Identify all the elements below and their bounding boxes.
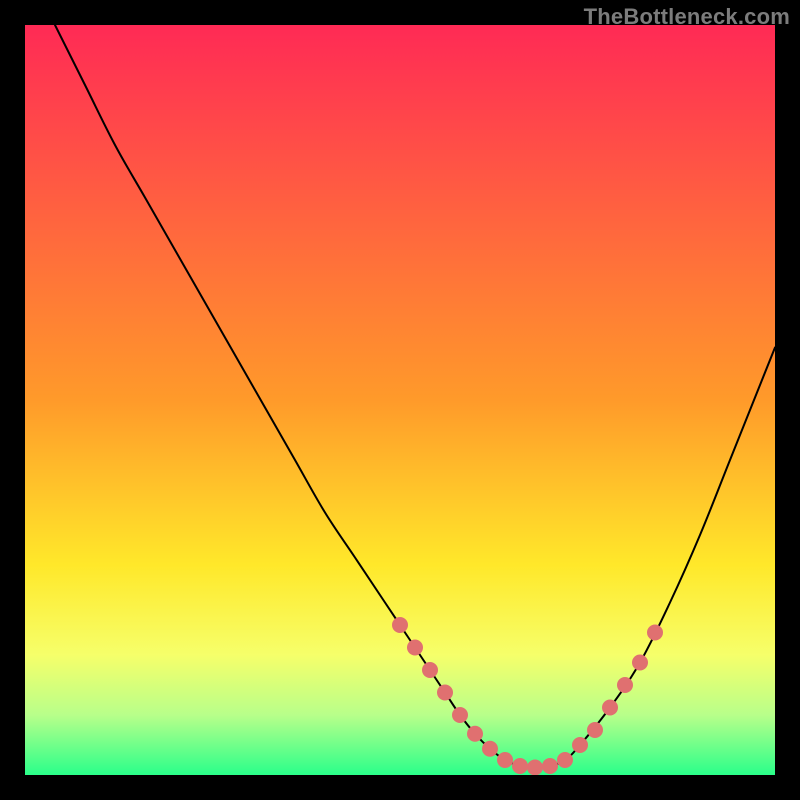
highlight-dot <box>467 726 483 742</box>
watermark-text: TheBottleneck.com <box>584 4 790 30</box>
highlight-dot <box>437 685 453 701</box>
highlight-dot <box>527 760 543 776</box>
highlight-dot <box>482 741 498 757</box>
highlight-dot <box>407 640 423 656</box>
chart-svg <box>25 25 775 775</box>
highlight-dot <box>557 752 573 768</box>
gradient-background <box>25 25 775 775</box>
highlight-dot <box>602 700 618 716</box>
highlight-dot <box>632 655 648 671</box>
highlight-dot <box>617 677 633 693</box>
highlight-dot <box>542 758 558 774</box>
highlight-dot <box>512 758 528 774</box>
plot-area <box>25 25 775 775</box>
highlight-dot <box>587 722 603 738</box>
highlight-dot <box>392 617 408 633</box>
highlight-dot <box>452 707 468 723</box>
highlight-dot <box>497 752 513 768</box>
stage: TheBottleneck.com <box>0 0 800 800</box>
highlight-dot <box>572 737 588 753</box>
highlight-dot <box>422 662 438 678</box>
highlight-dot <box>647 625 663 641</box>
